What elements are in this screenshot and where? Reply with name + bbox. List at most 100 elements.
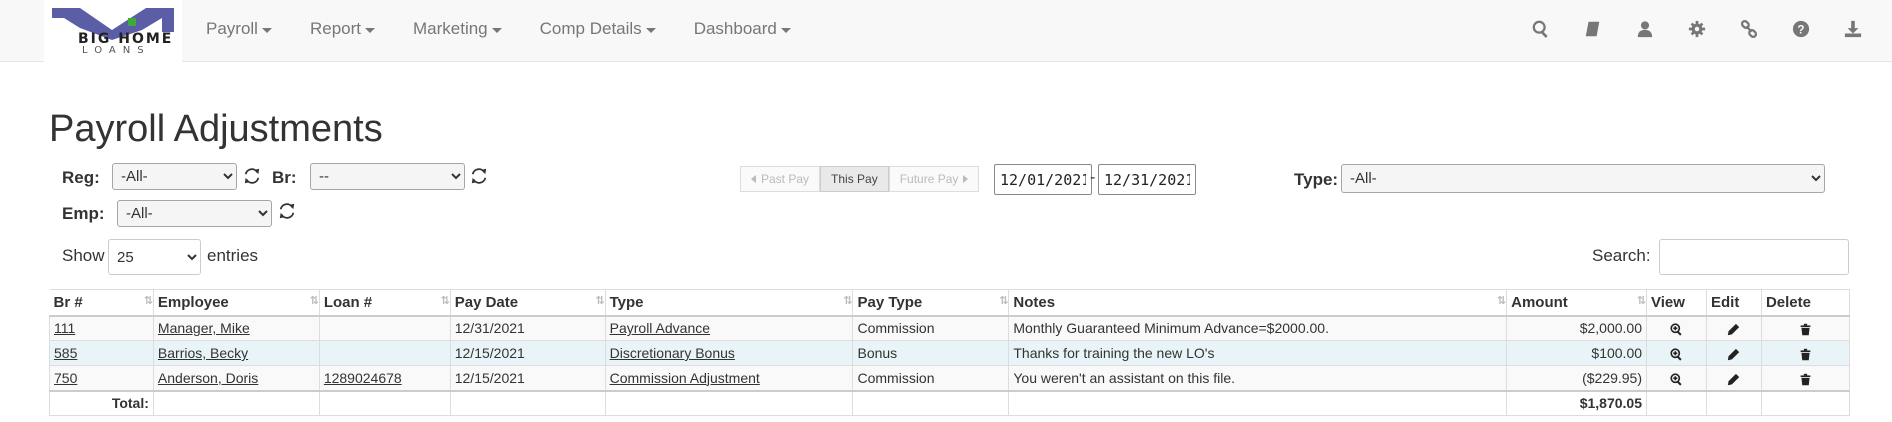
col-employee[interactable]: Employee ⇅ [153, 289, 320, 317]
br-link[interactable]: 750 [54, 370, 77, 386]
table-total-row: Total: $1,870.05 [49, 389, 1851, 416]
edit-pencil-icon[interactable] [1705, 365, 1762, 391]
notes-cell: You weren't an assistant on this file. [1008, 365, 1508, 391]
nav-dashboard[interactable]: Dashboard [694, 19, 791, 39]
type-link[interactable]: Commission Adjustment [610, 370, 760, 386]
gear-icon[interactable] [1686, 17, 1708, 41]
col-pay-type[interactable]: Pay Type ⇅ [852, 289, 1010, 317]
entries-select[interactable]: 25 [108, 239, 201, 275]
date-to-input[interactable] [1098, 164, 1196, 195]
sort-icon: ⇅ [595, 295, 604, 307]
notes-cell: Monthly Guaranteed Minimum Advance=$2000… [1008, 315, 1508, 341]
pay-date-cell: 12/15/2021 [449, 340, 606, 366]
col-amount[interactable]: Amount ⇅ [1506, 289, 1648, 317]
navbar: BIG HOME LOANS Payroll Report Marketing … [0, 0, 1892, 62]
show-label: Show [62, 246, 105, 265]
type-label: Type: [1294, 170, 1339, 189]
book-icon[interactable] [1582, 17, 1604, 41]
sort-icon: ⇅ [1636, 295, 1646, 307]
pay-type-cell: Bonus [852, 340, 1010, 366]
nav-report[interactable]: Report [310, 19, 375, 39]
this-pay-button[interactable]: This Pay [820, 166, 889, 192]
br-select[interactable]: -- [310, 163, 465, 190]
col-edit: Edit [1706, 289, 1762, 317]
amount-cell: $2,000.00 [1506, 315, 1648, 341]
caret-left-icon [751, 175, 756, 183]
caret-down-icon [365, 27, 375, 33]
type-select[interactable]: -All- [1341, 164, 1825, 193]
date-from-input[interactable] [994, 164, 1092, 195]
col-type[interactable]: Type ⇅ [605, 289, 854, 317]
refresh-emp-icon[interactable] [278, 202, 298, 222]
employee-link[interactable]: Manager, Mike [158, 320, 250, 336]
col-notes[interactable]: Notes ⇅ [1008, 289, 1508, 317]
col-view: View [1646, 289, 1707, 317]
search-icon[interactable] [1530, 17, 1552, 41]
caret-down-icon [491, 27, 502, 33]
view-icon[interactable] [1646, 340, 1707, 366]
refresh-br-icon[interactable] [470, 167, 490, 187]
trash-icon[interactable] [1760, 365, 1851, 391]
sort-icon: ⇅ [143, 295, 153, 307]
pay-type-cell: Commission [852, 315, 1010, 341]
type-link[interactable]: Payroll Advance [610, 320, 710, 336]
amount-cell: ($229.95) [1506, 365, 1648, 391]
nav-comp-details[interactable]: Comp Details [540, 19, 656, 39]
edit-pencil-icon[interactable] [1705, 315, 1762, 341]
reg-label: Reg: [62, 168, 100, 187]
search-label: Search: [1592, 246, 1651, 265]
br-link[interactable]: 111 [54, 320, 75, 336]
refresh-reg-icon[interactable] [243, 167, 263, 187]
user-icon[interactable] [1634, 17, 1656, 41]
link-icon[interactable] [1738, 17, 1760, 41]
col-br[interactable]: Br # ⇅ [49, 289, 154, 317]
logo-subtext: LOANS [82, 45, 151, 56]
trash-icon[interactable] [1760, 315, 1851, 341]
pay-date-cell: 12/15/2021 [449, 365, 606, 391]
view-icon[interactable] [1646, 315, 1707, 341]
future-pay-button[interactable]: Future Pay [888, 166, 980, 192]
total-label: Total: [49, 389, 154, 416]
table-row: 750 Anderson, Doris 1289024678 12/15/202… [49, 365, 1851, 391]
sort-icon: ⇅ [1496, 295, 1506, 307]
employee-link[interactable]: Barrios, Becky [158, 345, 248, 361]
past-pay-button[interactable]: Past Pay [740, 166, 821, 192]
trash-icon[interactable] [1760, 340, 1851, 366]
sort-icon: ⇅ [843, 295, 852, 307]
nav-icons: ? [1500, 17, 1864, 41]
table-row: 585 Barrios, Becky 12/15/2021 Discretion… [49, 340, 1851, 366]
view-icon[interactable] [1646, 365, 1707, 391]
emp-label: Emp: [62, 204, 105, 223]
caret-down-icon [261, 27, 272, 33]
logo[interactable]: BIG HOME LOANS [44, 0, 182, 62]
sort-icon: ⇅ [440, 295, 450, 307]
download-icon[interactable] [1842, 17, 1864, 41]
loan-cell [318, 315, 451, 341]
type-link[interactable]: Discretionary Bonus [610, 345, 735, 361]
caret-right-icon [963, 175, 969, 183]
loan-link[interactable]: 1289024678 [324, 370, 402, 386]
nav-marketing[interactable]: Marketing [413, 19, 502, 39]
search-input[interactable] [1659, 239, 1849, 275]
nav-payroll[interactable]: Payroll [206, 19, 272, 39]
table-header-row: Br # ⇅ Employee ⇅ Loan # ⇅ Pay Date ⇅ Type ⇅ … [49, 289, 1851, 317]
br-link[interactable]: 585 [54, 345, 77, 361]
pay-type-cell: Commission [852, 365, 1010, 391]
sort-icon: ⇅ [309, 295, 319, 307]
svg-text:?: ? [1797, 24, 1804, 37]
col-pay-date[interactable]: Pay Date ⇅ [450, 289, 606, 317]
edit-pencil-icon[interactable] [1705, 340, 1762, 366]
question-icon[interactable]: ? [1790, 17, 1812, 41]
emp-select[interactable]: -All- [117, 200, 272, 227]
entries-label: entries [207, 246, 259, 265]
pay-period-buttons: Past Pay This Pay Future Pay [740, 166, 980, 192]
amount-cell: $100.00 [1506, 340, 1648, 366]
total-amount: $1,870.05 [1506, 389, 1648, 416]
col-loan[interactable]: Loan # ⇅ [319, 289, 451, 317]
caret-down-icon [645, 27, 656, 33]
reg-select[interactable]: -All- [112, 163, 237, 190]
loan-cell [318, 340, 451, 366]
employee-link[interactable]: Anderson, Doris [158, 370, 258, 386]
caret-down-icon [780, 27, 791, 33]
adjustments-table: Br # ⇅ Employee ⇅ Loan # ⇅ Pay Date ⇅ Type ⇅ … [49, 289, 1851, 416]
